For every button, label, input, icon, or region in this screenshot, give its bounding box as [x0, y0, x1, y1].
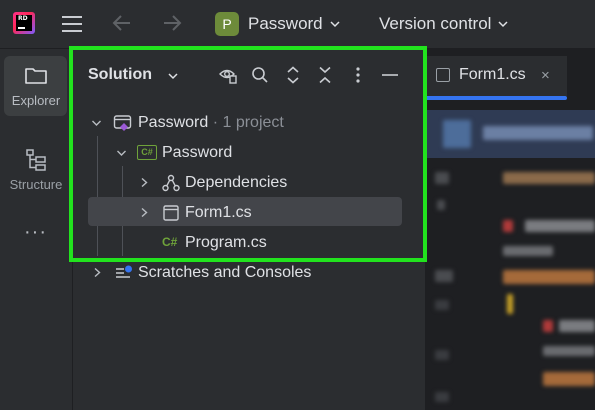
panel-title[interactable]: Solution — [88, 66, 152, 84]
project-name: Password — [248, 14, 323, 33]
forward-arrow-icon[interactable] — [162, 13, 182, 33]
structure-label: Structure — [9, 177, 63, 192]
chevron-down-icon — [498, 21, 508, 28]
scratches-icon — [116, 265, 132, 278]
folder-icon — [25, 68, 47, 84]
expand-all-icon[interactable] — [284, 66, 302, 84]
active-tab-indicator — [425, 96, 567, 100]
editor-notification-banner — [425, 110, 595, 158]
main-menu-icon[interactable] — [61, 14, 83, 34]
show-files-eye-icon[interactable] — [219, 66, 237, 84]
vcs-label: Version control — [379, 14, 492, 33]
tree-item-label: Dependencies — [185, 174, 288, 191]
back-arrow-icon[interactable] — [112, 13, 132, 33]
structure-icon — [26, 149, 46, 171]
explorer-tool-button[interactable]: Explorer — [4, 56, 67, 116]
more-tools-icon[interactable]: ··· — [24, 222, 48, 242]
chevron-down-icon[interactable] — [168, 71, 178, 81]
tree-item-label: Form1.cs — [185, 204, 252, 221]
tree-item-project[interactable]: C# Password — [113, 142, 408, 164]
chevron-down-icon[interactable] — [117, 149, 126, 158]
chevron-right-icon[interactable] — [140, 178, 149, 187]
csharp-file-icon: C# — [162, 235, 178, 249]
more-options-icon[interactable] — [349, 66, 367, 84]
version-control-selector[interactable]: Version control — [379, 11, 508, 37]
tab-label: Form1.cs — [459, 66, 526, 83]
csharp-project-icon: C# — [137, 145, 157, 160]
tree-item-form1[interactable]: Form1.cs — [138, 202, 400, 224]
project-badge: P — [215, 12, 239, 36]
tree-item-label: Password — [162, 144, 233, 161]
collapse-all-icon[interactable] — [316, 66, 334, 84]
tree-item-solution[interactable]: Password · 1 project — [88, 112, 408, 134]
solution-icon — [113, 115, 132, 131]
tab-close-icon[interactable]: × — [541, 67, 550, 84]
explorer-label: Explorer — [11, 93, 61, 108]
structure-tool-button[interactable]: Structure — [0, 148, 72, 198]
tree-item-label: Scratches and Consoles — [138, 264, 312, 281]
solution-explorer-panel — [73, 49, 425, 410]
rider-logo-icon[interactable]: RD — [13, 12, 35, 34]
tree-item-scratches[interactable]: Scratches and Consoles — [88, 262, 408, 284]
hide-panel-icon[interactable] — [381, 66, 399, 84]
form-file-icon — [436, 68, 450, 82]
chevron-down-icon[interactable] — [92, 119, 101, 128]
search-icon[interactable] — [251, 66, 269, 84]
project-selector[interactable]: P Password — [215, 11, 340, 37]
project-count: · 1 project — [208, 114, 284, 131]
logo-text: RD — [18, 15, 28, 22]
chevron-down-icon — [330, 21, 340, 28]
dependencies-icon — [162, 174, 180, 192]
blurred-code-content — [425, 160, 595, 410]
tree-item-label: Password — [138, 114, 209, 131]
form-icon — [163, 205, 179, 221]
chevron-right-icon[interactable] — [140, 208, 149, 217]
tree-item-label: Program.cs — [185, 234, 267, 251]
tree-item-program[interactable]: C# Program.cs — [160, 232, 400, 254]
tree-item-dependencies[interactable]: Dependencies — [138, 172, 408, 194]
chevron-right-icon[interactable] — [93, 268, 102, 277]
